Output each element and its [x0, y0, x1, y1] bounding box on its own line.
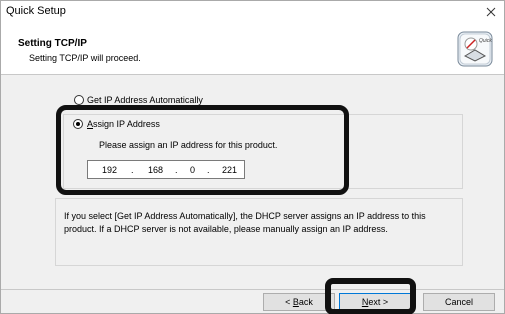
auto-ip-radio[interactable]: [74, 95, 84, 105]
cancel-button[interactable]: Cancel: [423, 293, 495, 311]
close-icon: [486, 7, 496, 17]
page-title: Setting TCP/IP: [18, 38, 87, 49]
highlight-frame-ip-section: [56, 105, 349, 195]
title-bar: Quick Setup: [1, 1, 504, 23]
wizard-header: Setting TCP/IP Setting TCP/IP will proce…: [1, 23, 504, 75]
page-subtitle: Setting TCP/IP will proceed.: [29, 53, 141, 63]
svg-text:Quick: Quick: [479, 38, 492, 44]
quick-setup-window: Quick Setup Setting TCP/IP Setting TCP/I…: [0, 0, 505, 314]
highlight-frame-next: [325, 278, 416, 314]
close-button[interactable]: [478, 1, 504, 23]
footer-divider: [1, 289, 504, 290]
info-text: If you select [Get IP Address Automatica…: [64, 211, 426, 234]
window-title: Quick Setup: [6, 5, 66, 17]
auto-ip-label[interactable]: Get IP Address Automatically: [87, 95, 203, 105]
quick-setup-logo-icon: Quick: [457, 31, 493, 67]
